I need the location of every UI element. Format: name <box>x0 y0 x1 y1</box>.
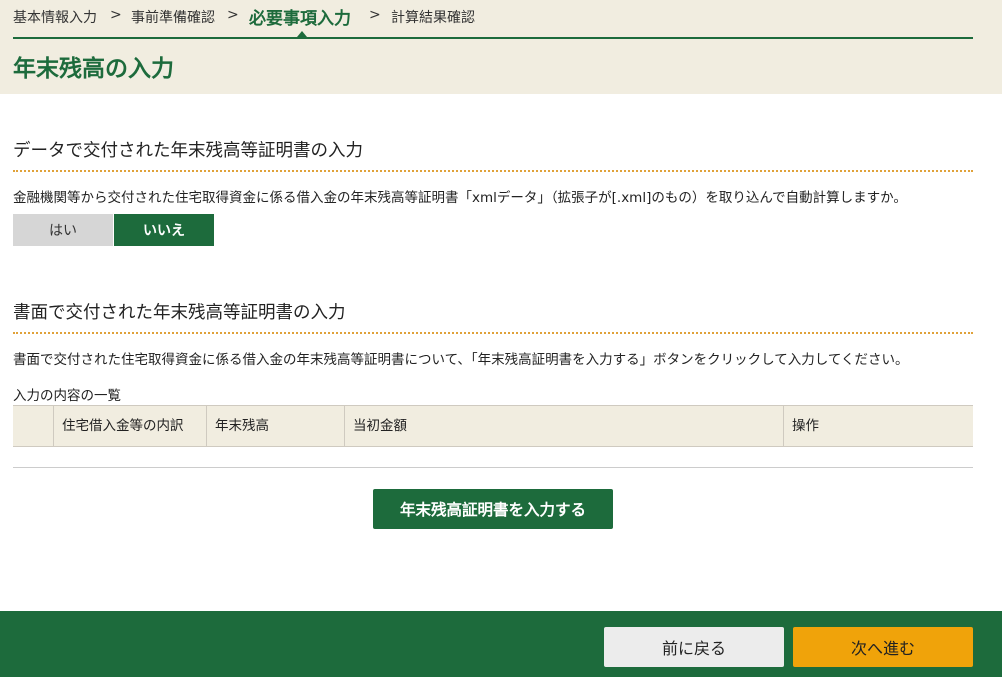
table-header-initial-amount: 当初金額 <box>344 406 784 446</box>
breadcrumb: 基本情報入力 > 事前準備確認 > 必要事項入力 > 計算結果確認 <box>13 0 973 39</box>
breadcrumb-step-preparation: 事前準備確認 <box>131 10 215 26</box>
input-list-table: 住宅借入金等の内訳 年末残高 当初金額 操作 <box>13 405 973 447</box>
page-title: 年末残高の入力 <box>13 56 174 82</box>
footer-bar: 前に戻る 次へ進む <box>0 611 1002 677</box>
data-section-heading: データで交付された年末残高等証明書の入力 <box>13 137 973 172</box>
paper-section-heading: 書面で交付された年末残高等証明書の入力 <box>13 299 973 334</box>
chevron-right-icon: > <box>227 7 239 23</box>
xml-import-question: 金融機関等から交付された住宅取得資金に係る借入金の年末残高等証明書「xmlデータ… <box>13 190 907 206</box>
back-button[interactable]: 前に戻る <box>604 627 784 667</box>
input-certificate-button[interactable]: 年末残高証明書を入力する <box>373 489 613 529</box>
page-header: 基本情報入力 > 事前準備確認 > 必要事項入力 > 計算結果確認 年末残高の入… <box>0 0 1002 94</box>
table-header-blank <box>13 406 54 446</box>
divider <box>13 467 973 468</box>
input-list-label: 入力の内容の一覧 <box>13 388 121 404</box>
yes-button[interactable]: はい <box>13 214 113 246</box>
paper-section-description: 書面で交付された住宅取得資金に係る借入金の年末残高等証明書について、「年末残高証… <box>13 352 909 368</box>
breadcrumb-step-result: 計算結果確認 <box>391 10 475 26</box>
next-button[interactable]: 次へ進む <box>793 627 973 667</box>
table-header-year-end-balance: 年末残高 <box>206 406 345 446</box>
current-step-marker <box>297 31 307 37</box>
no-button[interactable]: いいえ <box>114 214 214 246</box>
table-header-operation: 操作 <box>783 406 973 446</box>
breadcrumb-step-basic-info: 基本情報入力 <box>13 10 97 26</box>
chevron-right-icon: > <box>369 7 381 23</box>
breadcrumb-step-required-input: 必要事項入力 <box>249 9 351 29</box>
chevron-right-icon: > <box>110 7 122 23</box>
table-header-breakdown: 住宅借入金等の内訳 <box>53 406 207 446</box>
